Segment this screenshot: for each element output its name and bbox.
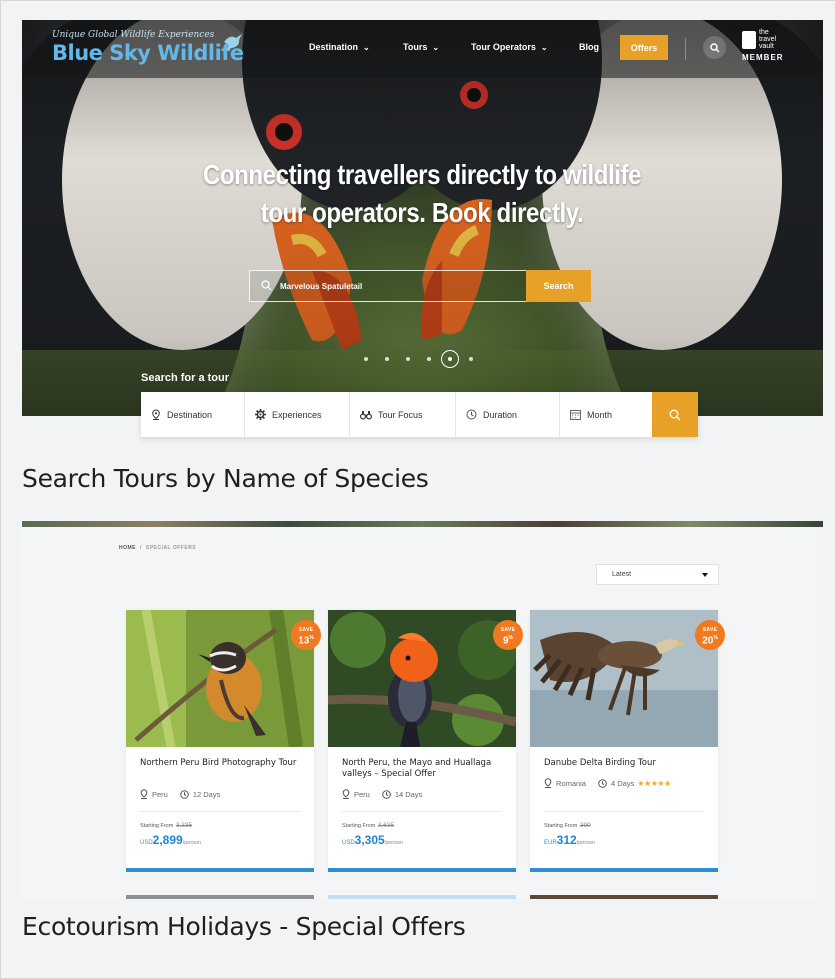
travel-vault-badge[interactable]: the travel vault MEMBER (742, 29, 802, 65)
search-button[interactable]: Search (526, 270, 591, 302)
nav-tour-operators[interactable]: Tour Operators ⌄ (471, 42, 548, 52)
logo-name: Blue Sky Wildlife (52, 41, 244, 65)
save-badge: SAVE 13% (291, 620, 321, 650)
search-for-tour-label: Search for a tour (141, 372, 230, 384)
nav-divider (685, 38, 686, 60)
map-pin-icon (342, 789, 350, 799)
offer-image[interactable] (126, 610, 314, 747)
filter-month[interactable]: Month (560, 392, 652, 437)
slider-dot[interactable] (406, 357, 410, 361)
offer-meta: Romania 4 Days ★★★★★ (544, 778, 671, 788)
nav-tours[interactable]: Tours ⌄ (403, 42, 439, 52)
next-row-card-peek (126, 895, 314, 899)
offer-old-price: Starting From 3,635 (342, 822, 395, 829)
slider-dots (364, 350, 494, 368)
offer-title[interactable]: Danube Delta Birding Tour (544, 758, 709, 769)
clock-icon (466, 409, 477, 420)
map-pin-icon (544, 778, 552, 788)
search-icon (261, 280, 272, 291)
breadcrumb-current: SPECIAL OFFERS (145, 545, 197, 551)
vault-icon (742, 31, 756, 49)
chevron-down-icon: ⌄ (540, 43, 548, 52)
caret-down-icon (702, 573, 708, 577)
offer-image[interactable] (328, 610, 516, 747)
slider-dot[interactable] (427, 357, 431, 361)
breadcrumb-home[interactable]: HOME (119, 545, 136, 551)
offer-card[interactable]: SAVE 13% Northern Peru Bird Photography … (126, 610, 321, 872)
filter-tour-focus[interactable]: Tour Focus (350, 392, 456, 437)
header-image-strip (22, 521, 823, 527)
slider-dot[interactable] (469, 357, 473, 361)
caption-special-offers: Ecotourism Holidays - Special Offers (22, 912, 466, 941)
species-search-box (249, 270, 527, 302)
hero-headline: Connecting travellers directly to wildli… (202, 159, 642, 228)
clock-icon (382, 789, 391, 799)
species-search-input[interactable] (280, 271, 520, 301)
offer-price: USD3,305/person (342, 833, 404, 847)
caption-search-tours: Search Tours by Name of Species (22, 464, 429, 493)
map-pin-icon (140, 789, 148, 799)
filter-destination[interactable]: Destination (141, 392, 245, 437)
nav-search-button[interactable] (703, 36, 726, 59)
offer-title[interactable]: North Peru, the Mayo and Huallaga valley… (342, 758, 507, 780)
save-badge: SAVE 9% (493, 620, 523, 650)
clock-icon (180, 789, 189, 799)
slider-dot[interactable] (441, 350, 459, 368)
offer-card[interactable]: SAVE 20% Danube Delta Birding Tour Roman… (530, 610, 725, 872)
vault-member-label: MEMBER (742, 53, 784, 62)
chevron-down-icon: ⌄ (432, 43, 440, 52)
offer-price: EUR312/person (544, 833, 596, 847)
calendar-icon (570, 410, 581, 420)
offer-meta: Peru 12 Days (140, 789, 220, 799)
filter-duration[interactable]: Duration (456, 392, 560, 437)
next-row-card-peek (530, 895, 718, 899)
special-offers-section: HOME / SPECIAL OFFERS Latest SAVE 13% No… (22, 521, 823, 899)
offer-old-price: Starting From 3,335 (140, 822, 193, 829)
page-frame: Unique Global Wildlife Experiences Blue … (0, 0, 836, 979)
clock-icon (598, 778, 607, 788)
site-logo[interactable]: Unique Global Wildlife Experiences Blue … (52, 30, 244, 70)
chevron-down-icon: ⌄ (363, 43, 370, 52)
hero-banner: Unique Global Wildlife Experiences Blue … (22, 20, 823, 416)
map-pin-icon (152, 409, 160, 420)
breadcrumb: HOME / SPECIAL OFFERS (119, 545, 197, 551)
tour-filter-bar: Destination Experiences Tour Focus Durat… (141, 392, 698, 437)
binoculars-icon (360, 410, 372, 419)
sort-select[interactable]: Latest (596, 564, 719, 585)
slider-dot[interactable] (385, 357, 389, 361)
offers-button[interactable]: Offers (620, 35, 668, 60)
next-row-card-peek (328, 895, 516, 899)
offer-price: USD2,899/person (140, 833, 202, 847)
top-navigation: Unique Global Wildlife Experiences Blue … (22, 20, 823, 78)
bird-logo-icon (224, 34, 242, 50)
offer-meta: Peru 14 Days (342, 789, 422, 799)
search-icon (709, 42, 720, 53)
rating-stars: ★★★★★ (637, 778, 671, 788)
slider-dot[interactable] (364, 357, 368, 361)
gear-icon (255, 409, 266, 420)
offer-card[interactable]: SAVE 9% North Peru, the Mayo and Huallag… (328, 610, 523, 872)
search-icon (669, 409, 681, 420)
offer-title[interactable]: Northern Peru Bird Photography Tour (140, 758, 305, 769)
nav-blog[interactable]: Blog (579, 42, 599, 52)
filter-search-button[interactable] (652, 392, 698, 437)
offer-old-price: Starting From 390 (544, 822, 591, 829)
save-badge: SAVE 20% (695, 620, 725, 650)
offer-image[interactable] (530, 610, 718, 747)
filter-experiences[interactable]: Experiences (245, 392, 350, 437)
nav-destination[interactable]: Destination ⌄ (309, 42, 370, 52)
logo-tagline: Unique Global Wildlife Experiences (52, 30, 215, 40)
